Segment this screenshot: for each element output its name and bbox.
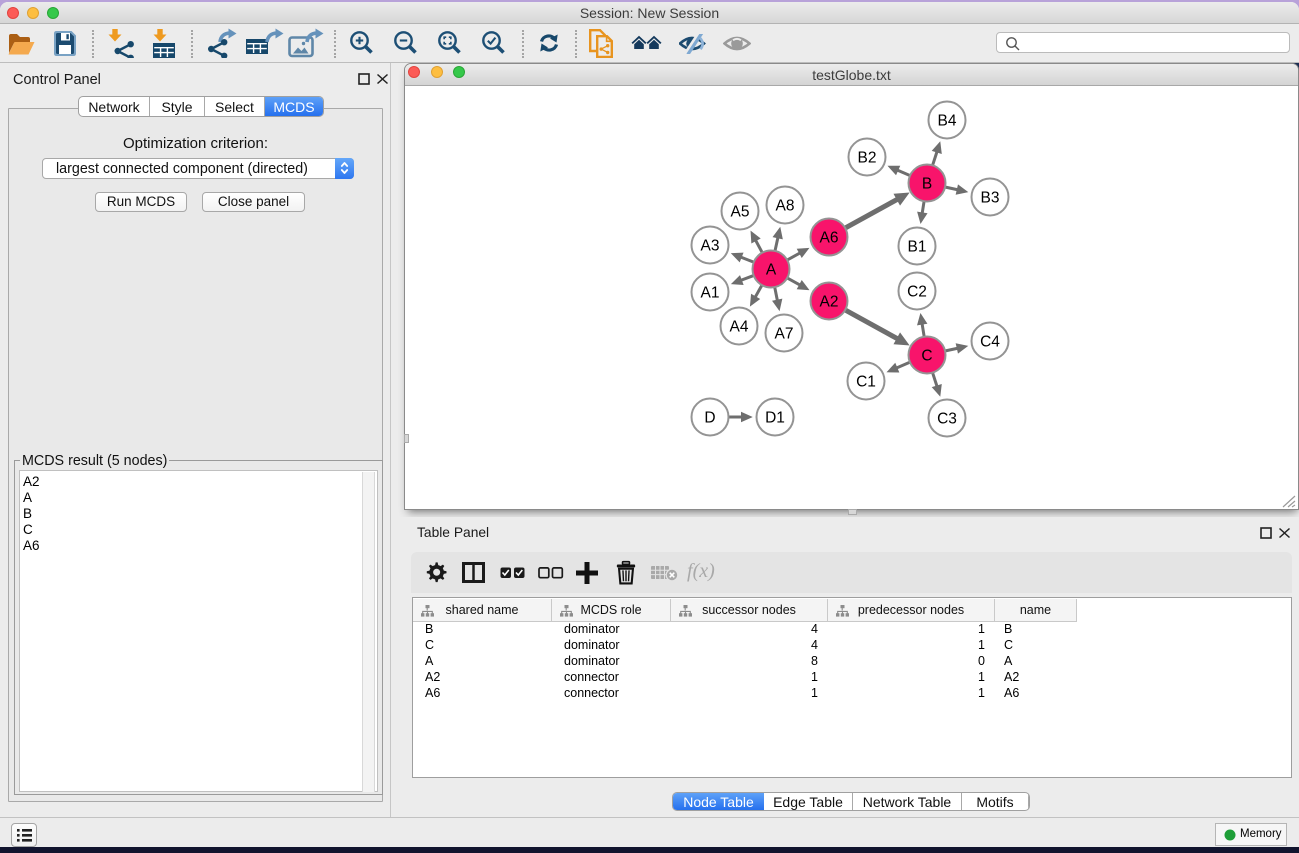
svg-text:A1: A1 xyxy=(701,285,720,302)
svg-text:B: B xyxy=(922,176,932,193)
svg-text:B3: B3 xyxy=(981,190,1000,207)
svg-text:B2: B2 xyxy=(858,150,877,167)
svg-text:C: C xyxy=(921,348,932,365)
svg-text:A6: A6 xyxy=(820,230,839,247)
svg-text:C2: C2 xyxy=(907,284,927,301)
svg-text:A2: A2 xyxy=(820,294,839,311)
svg-text:A8: A8 xyxy=(776,198,795,215)
svg-text:B4: B4 xyxy=(938,113,957,130)
svg-text:A7: A7 xyxy=(775,326,794,343)
svg-text:C1: C1 xyxy=(856,374,876,391)
svg-text:A: A xyxy=(766,262,777,279)
svg-text:A3: A3 xyxy=(701,238,720,255)
svg-text:C4: C4 xyxy=(980,334,1000,351)
svg-text:A4: A4 xyxy=(730,319,749,336)
svg-text:D: D xyxy=(704,410,715,427)
svg-text:D1: D1 xyxy=(765,410,785,427)
svg-text:B1: B1 xyxy=(908,239,927,256)
svg-text:A5: A5 xyxy=(731,204,750,221)
svg-text:C3: C3 xyxy=(937,411,957,428)
